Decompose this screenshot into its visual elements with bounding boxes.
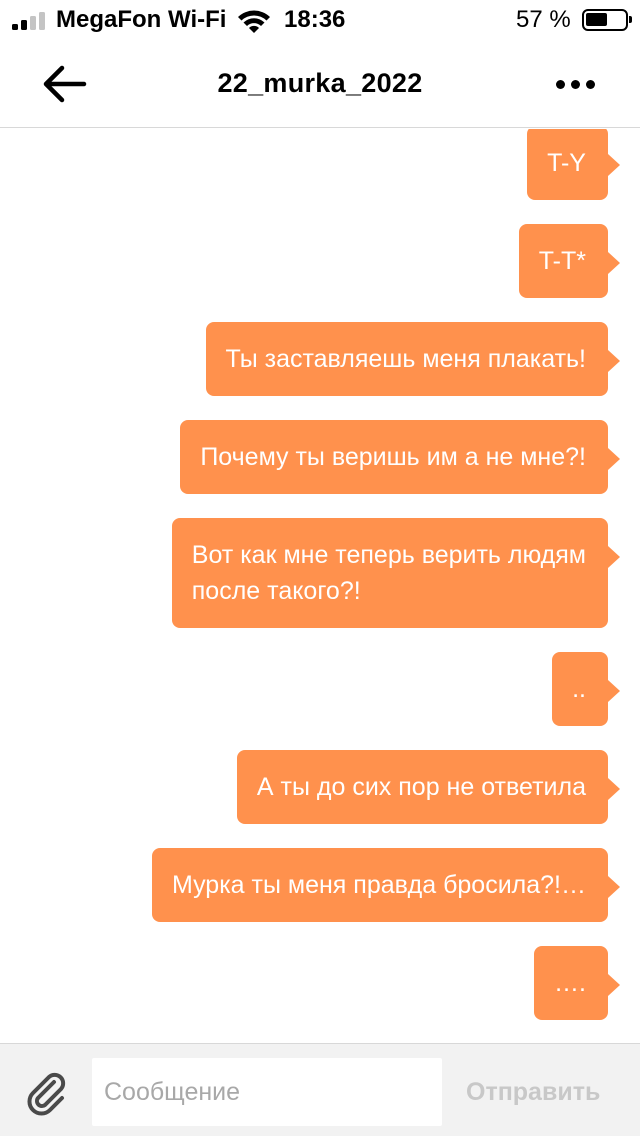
wifi-icon	[238, 10, 270, 33]
message-bubble[interactable]: Вот как мне теперь верить людям после та…	[171, 518, 621, 628]
cellular-signal-icon	[12, 12, 48, 30]
carrier-name: MegaFon Wi-Fi	[56, 6, 227, 33]
message-input[interactable]	[92, 1058, 442, 1126]
chat-title: 22_murka_2022	[217, 68, 423, 98]
battery-percentage: 57 %	[516, 6, 571, 33]
message-composer: Отправить	[0, 1043, 640, 1136]
message-bubble[interactable]: А ты до сих пор не ответила	[236, 750, 621, 824]
send-button[interactable]: Отправить	[466, 1078, 600, 1107]
message-bubble[interactable]: ….	[534, 946, 620, 1020]
message-bubble[interactable]: T-Y	[527, 129, 620, 200]
battery-level-fill	[586, 13, 607, 26]
message-list[interactable]: T-Y T-T* Ты заставляешь меня плакать! По…	[0, 129, 640, 1043]
message-bubble[interactable]: T-T*	[518, 224, 621, 298]
message-bubble[interactable]: ..	[552, 652, 620, 726]
battery-icon	[582, 9, 632, 31]
message-bubble[interactable]: Ты заставляешь меня плакать!	[205, 322, 621, 396]
clock: 18:36	[284, 6, 346, 33]
status-bar: MegaFon Wi-Fi 18:36 57 %	[0, 0, 640, 40]
message-bubble[interactable]: Мурка ты меня правда бросила?!…	[151, 848, 621, 922]
paperclip-icon[interactable]	[24, 1070, 70, 1116]
more-dots-icon[interactable]	[552, 72, 600, 96]
chat-header: 22_murka_2022	[0, 40, 640, 128]
message-bubble[interactable]: Почему ты веришь им а не мне?!	[180, 420, 620, 494]
